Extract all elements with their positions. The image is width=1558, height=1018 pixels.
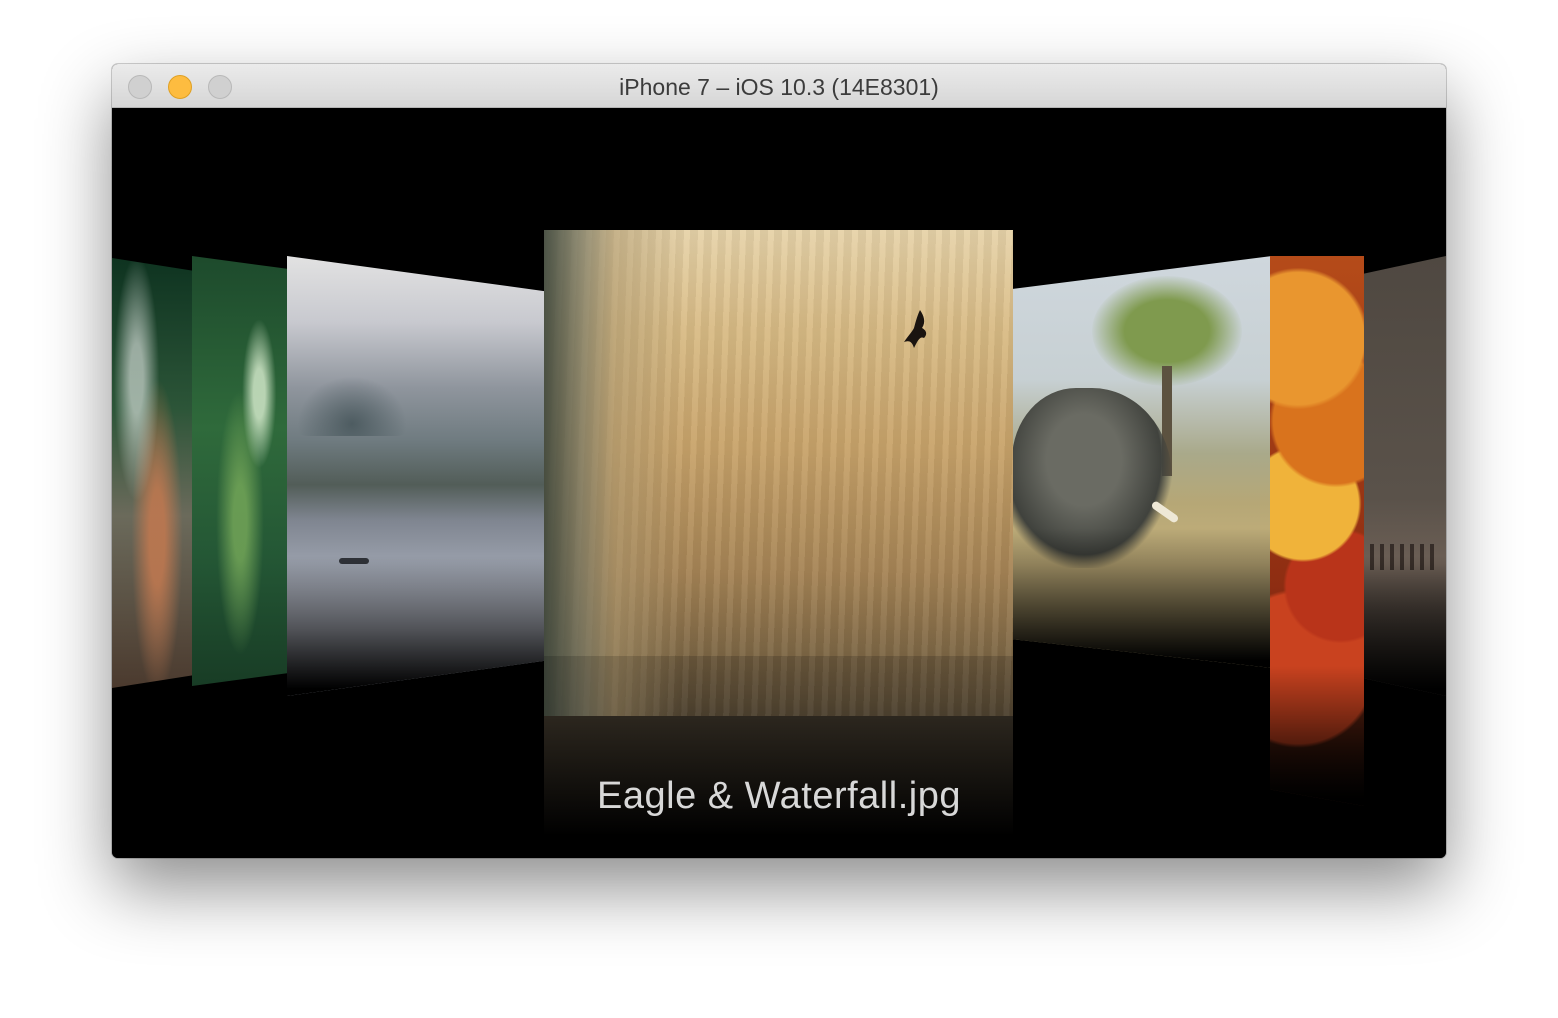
coverflow-item-flamingos[interactable] xyxy=(1364,256,1446,696)
lake-trees-image xyxy=(297,376,407,436)
title-bar[interactable]: iPhone 7 – iOS 10.3 (14E8301) xyxy=(112,64,1446,108)
coverflow-item-foggy-lake[interactable] xyxy=(287,256,545,696)
coverflow-item-elephant[interactable] xyxy=(1012,256,1272,668)
window-title: iPhone 7 – iOS 10.3 (14E8301) xyxy=(619,74,939,100)
bottom-shade xyxy=(544,656,1013,716)
selected-item-caption: Eagle & Waterfall.jpg xyxy=(597,775,961,817)
simulator-screen[interactable]: Eagle & Waterfall.jpg xyxy=(112,108,1446,858)
eagle-image xyxy=(904,310,927,348)
coverflow-item-autumn-leaves[interactable] xyxy=(1270,256,1364,806)
coverflow-item-eagle-waterfall[interactable] xyxy=(544,230,1013,716)
simulator-window: iPhone 7 – iOS 10.3 (14E8301) Eagle & Wa… xyxy=(112,64,1446,858)
coverflow-item-dandelion[interactable] xyxy=(112,258,194,688)
coverflow-item-green-blade[interactable] xyxy=(192,256,288,686)
reflection-fade xyxy=(287,556,545,696)
reflection-fade xyxy=(1012,528,1272,668)
reflection-fade xyxy=(1364,556,1446,696)
